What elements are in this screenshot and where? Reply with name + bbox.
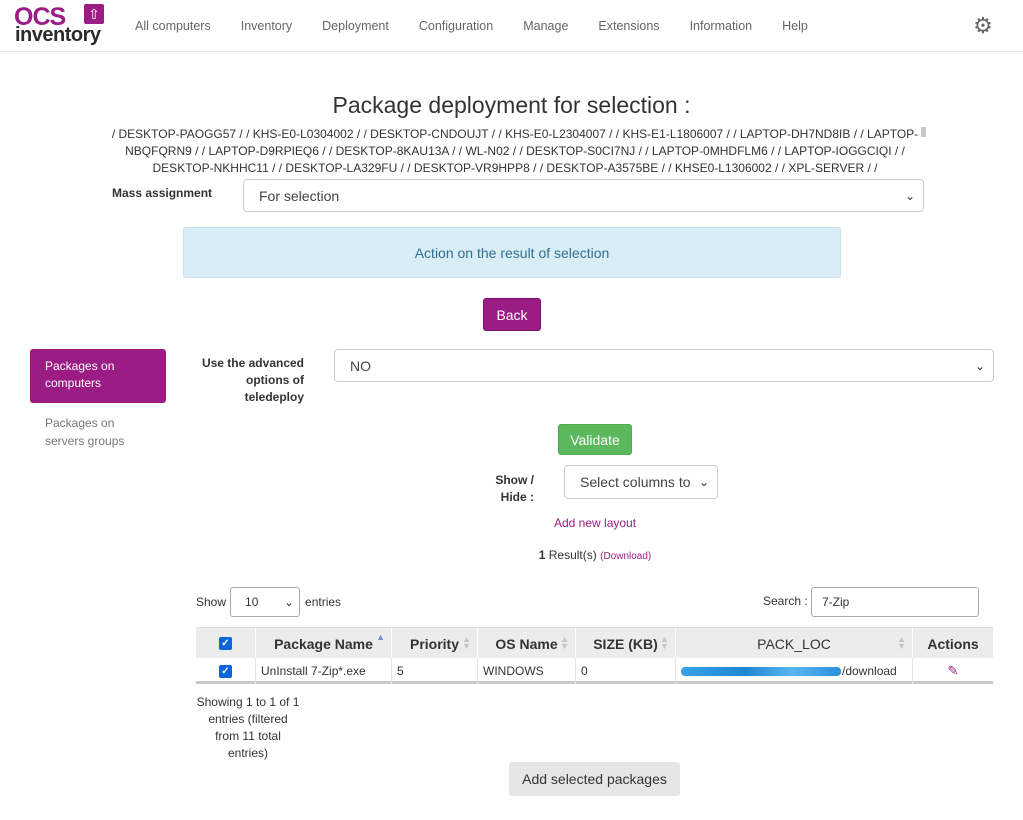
nav-help[interactable]: Help [767,19,823,33]
download-link[interactable]: (Download) [600,551,651,562]
validate-button[interactable]: Validate [558,424,632,455]
cell-actions: ✎ [912,658,993,684]
cell-os-name: WINDOWS [477,658,575,684]
nav-configuration[interactable]: Configuration [404,19,508,33]
sort-icon: ▲ ▼ [897,634,906,651]
entries-value: 10 [245,595,259,609]
column-label: Package Name [274,635,373,652]
tab-packages-on-computers[interactable]: Packages on computers [30,349,166,403]
nav-all-computers[interactable]: All computers [120,19,226,33]
cell-size: 0 [575,658,675,684]
chevron-down-icon: ⌄ [695,475,709,489]
chevron-down-icon: ⌄ [283,595,295,609]
column-package-name[interactable]: Package Name ▲ [255,628,391,659]
mass-assignment-value: For selection [259,187,340,204]
nav-information[interactable]: Information [675,19,768,33]
logo-inventory-text: inventory [15,24,101,46]
row-checkbox[interactable]: ✓ [219,664,232,678]
column-os-name[interactable]: OS Name ▲ ▼ [477,628,575,659]
chevron-down-icon: ⌄ [974,358,985,373]
pack-loc-suffix: /download [842,664,897,678]
table-info: Showing 1 to 1 of 1 entries (filtered fr… [196,695,300,760]
column-label: Priority [409,635,459,652]
column-label: SIZE (KB) [593,635,658,652]
advanced-options-select[interactable]: NO ⌄ [334,349,994,382]
top-navbar: OCS ⇧ inventory All computers Inventory … [0,0,1023,52]
sort-asc-icon: ▲ [376,632,385,642]
sort-icon: ▲ ▼ [560,634,569,651]
logo-box-icon: ⇧ [84,4,104,24]
gear-icon[interactable]: ⚙ [972,15,994,37]
columns-select-placeholder: Select columns to [580,474,691,490]
ocs-inventory-logo[interactable]: OCS ⇧ inventory [14,4,106,46]
cell-priority: 5 [391,658,477,684]
table-header: ✓ Package Name ▲ Priority ▲ ▼ OS Name ▲ ▼ … [196,627,993,659]
add-new-layout-link[interactable]: Add new layout [554,516,636,530]
column-label: OS Name [495,635,558,652]
advanced-options-value: NO [350,357,371,374]
results-suffix: Result(s) [545,548,601,562]
column-actions: Actions [912,628,993,659]
column-pack-loc[interactable]: PACK_LOC ▲ ▼ [675,628,912,659]
cell-pack-loc: /download [675,658,912,684]
show-label: Show [196,595,227,609]
select-all-checkbox[interactable]: ✓ [219,637,232,650]
selection-list: / DESKTOP-PAOGG57 / / KHS-E0-L0304002 / … [111,127,919,175]
column-size[interactable]: SIZE (KB) ▲ ▼ [575,628,675,659]
cell-package-name: UnInstall 7-Zip*.exe [255,658,391,684]
show-hide-label: Show / Hide : [495,473,534,504]
search-label: Search : [763,594,808,608]
search-input[interactable]: 7-Zip [811,587,979,617]
results-summary: 1 Result(s) (Download) [0,548,1023,562]
add-selected-packages-button[interactable]: Add selected packages [509,762,680,796]
columns-select[interactable]: Select columns to ⌄ [564,465,718,499]
sort-icon: ▲ ▼ [462,634,471,651]
entries-select[interactable]: 10 ⌄ [230,587,301,617]
tab-packages-on-servers-groups[interactable]: Packages on servers groups [30,413,166,453]
page-length-control: Show 10 ⌄ entries [196,587,341,617]
nav-inventory[interactable]: Inventory [226,19,307,33]
back-button[interactable]: Back [483,298,541,331]
page-title: Package deployment for selection : [332,92,691,118]
mass-assignment-label: Mass assignment [112,186,213,200]
select-all-header[interactable]: ✓ [196,628,255,659]
edit-icon[interactable]: ✎ [948,663,959,679]
sort-icon: ▲ ▼ [660,634,669,651]
table-row[interactable]: ✓ UnInstall 7-Zip*.exe 5 WINDOWS 0 /down… [196,658,993,684]
entries-label: entries [305,595,342,609]
nav-extensions[interactable]: Extensions [583,19,674,33]
row-select-cell[interactable]: ✓ [196,658,255,684]
column-priority[interactable]: Priority ▲ ▼ [391,628,477,659]
chevron-down-icon: ⌄ [904,188,915,203]
column-label: Actions [927,635,979,652]
column-label: PACK_LOC [757,635,831,652]
nav-manage[interactable]: Manage [508,19,583,33]
advanced-options-label: Use the advanced options of teledeploy [201,356,304,404]
mass-assignment-select[interactable]: For selection ⌄ [243,179,924,212]
selection-scrollbar[interactable] [921,127,926,137]
main-menu: All computers Inventory Deployment Confi… [120,0,823,52]
nav-deployment[interactable]: Deployment [307,19,404,33]
redacted-url [681,666,841,676]
action-info-alert: Action on the result of selection [183,227,841,278]
